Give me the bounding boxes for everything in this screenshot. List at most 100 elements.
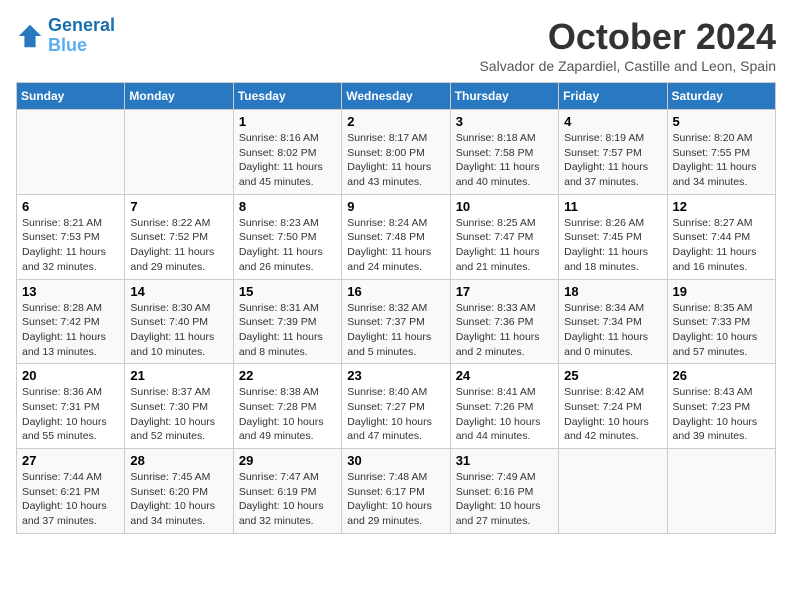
day-info: Sunrise: 8:25 AMSunset: 7:47 PMDaylight:… (456, 216, 553, 275)
month-title: October 2024 (479, 16, 776, 58)
day-number: 26 (673, 368, 770, 383)
logo-text: General Blue (48, 16, 115, 56)
day-info: Sunrise: 7:49 AMSunset: 6:16 PMDaylight:… (456, 470, 553, 529)
day-number: 13 (22, 284, 119, 299)
header-thursday: Thursday (450, 83, 558, 110)
day-number: 18 (564, 284, 661, 299)
day-info: Sunrise: 8:20 AMSunset: 7:55 PMDaylight:… (673, 131, 770, 190)
day-cell: 26 Sunrise: 8:43 AMSunset: 7:23 PMDayligh… (667, 364, 775, 449)
day-number: 7 (130, 199, 227, 214)
day-info: Sunrise: 8:28 AMSunset: 7:42 PMDaylight:… (22, 301, 119, 360)
week-row-5: 27Sunrise: 7:44 AMSunset: 6:21 PMDayligh… (17, 449, 776, 534)
day-info: Sunrise: 8:34 AMSunset: 7:34 PMDaylight:… (564, 301, 661, 360)
header-sunday: Sunday (17, 83, 125, 110)
day-cell: 23Sunrise: 8:40 AMSunset: 7:27 PMDayligh… (342, 364, 450, 449)
header-row: SundayMondayTuesdayWednesdayThursdayFrid… (17, 83, 776, 110)
day-cell: 30Sunrise: 7:48 AMSunset: 6:17 PMDayligh… (342, 449, 450, 534)
header-saturday: Saturday (667, 83, 775, 110)
day-cell: 7 Sunrise: 8:22 AMSunset: 7:52 PMDaylight… (125, 194, 233, 279)
page-header: General Blue October 2024 Salvador de Za… (16, 16, 776, 74)
day-cell: 18 Sunrise: 8:34 AMSunset: 7:34 PMDayligh… (559, 279, 667, 364)
day-info: Sunrise: 8:37 AMSunset: 7:30 PMDaylight:… (130, 385, 227, 444)
day-cell: 27Sunrise: 7:44 AMSunset: 6:21 PMDayligh… (17, 449, 125, 534)
header-tuesday: Tuesday (233, 83, 341, 110)
calendar-table: SundayMondayTuesdayWednesdayThursdayFrid… (16, 82, 776, 534)
day-info: Sunrise: 8:18 AMSunset: 7:58 PMDaylight:… (456, 131, 553, 190)
day-info: Sunrise: 7:44 AMSunset: 6:21 PMDaylight:… (22, 470, 119, 529)
day-number: 14 (130, 284, 227, 299)
day-number: 19 (673, 284, 770, 299)
day-cell: 17 Sunrise: 8:33 AMSunset: 7:36 PMDayligh… (450, 279, 558, 364)
day-info: Sunrise: 8:42 AMSunset: 7:24 PMDaylight:… (564, 385, 661, 444)
day-number: 17 (456, 284, 553, 299)
day-cell: 2Sunrise: 8:17 AMSunset: 8:00 PMDaylight… (342, 110, 450, 195)
day-cell: 1Sunrise: 8:16 AMSunset: 8:02 PMDaylight… (233, 110, 341, 195)
day-cell: 11Sunrise: 8:26 AMSunset: 7:45 PMDayligh… (559, 194, 667, 279)
week-row-1: 1Sunrise: 8:16 AMSunset: 8:02 PMDaylight… (17, 110, 776, 195)
day-number: 25 (564, 368, 661, 383)
logo: General Blue (16, 16, 115, 56)
day-info: Sunrise: 8:33 AMSunset: 7:36 PMDaylight:… (456, 301, 553, 360)
day-cell (667, 449, 775, 534)
day-number: 16 (347, 284, 444, 299)
day-number: 6 (22, 199, 119, 214)
day-number: 1 (239, 114, 336, 129)
title-block: October 2024 Salvador de Zapardiel, Cast… (479, 16, 776, 74)
day-cell: 12 Sunrise: 8:27 AMSunset: 7:44 PMDayligh… (667, 194, 775, 279)
day-info: Sunrise: 8:22 AMSunset: 7:52 PMDaylight:… (130, 216, 227, 275)
day-number: 20 (22, 368, 119, 383)
day-cell (125, 110, 233, 195)
day-cell: 19 Sunrise: 8:35 AMSunset: 7:33 PMDayligh… (667, 279, 775, 364)
day-info: Sunrise: 8:30 AMSunset: 7:40 PMDaylight:… (130, 301, 227, 360)
day-cell: 21 Sunrise: 8:37 AMSunset: 7:30 PMDayligh… (125, 364, 233, 449)
day-info: Sunrise: 7:47 AMSunset: 6:19 PMDaylight:… (239, 470, 336, 529)
day-info: Sunrise: 8:41 AMSunset: 7:26 PMDaylight:… (456, 385, 553, 444)
day-cell: 28Sunrise: 7:45 AMSunset: 6:20 PMDayligh… (125, 449, 233, 534)
week-row-2: 6Sunrise: 8:21 AMSunset: 7:53 PMDaylight… (17, 194, 776, 279)
header-monday: Monday (125, 83, 233, 110)
header-friday: Friday (559, 83, 667, 110)
day-number: 10 (456, 199, 553, 214)
day-number: 22 (239, 368, 336, 383)
day-number: 21 (130, 368, 227, 383)
day-number: 3 (456, 114, 553, 129)
day-info: Sunrise: 8:36 AMSunset: 7:31 PMDaylight:… (22, 385, 119, 444)
day-number: 31 (456, 453, 553, 468)
day-number: 5 (673, 114, 770, 129)
day-number: 24 (456, 368, 553, 383)
day-cell: 10 Sunrise: 8:25 AMSunset: 7:47 PMDayligh… (450, 194, 558, 279)
day-number: 15 (239, 284, 336, 299)
week-row-3: 13 Sunrise: 8:28 AMSunset: 7:42 PMDayligh… (17, 279, 776, 364)
day-info: Sunrise: 8:27 AMSunset: 7:44 PMDaylight:… (673, 216, 770, 275)
day-cell: 14 Sunrise: 8:30 AMSunset: 7:40 PMDayligh… (125, 279, 233, 364)
day-number: 28 (130, 453, 227, 468)
day-info: Sunrise: 8:26 AMSunset: 7:45 PMDaylight:… (564, 216, 661, 275)
day-number: 8 (239, 199, 336, 214)
logo-icon (16, 22, 44, 50)
day-info: Sunrise: 8:24 AMSunset: 7:48 PMDaylight:… (347, 216, 444, 275)
day-info: Sunrise: 8:17 AMSunset: 8:00 PMDaylight:… (347, 131, 444, 190)
day-number: 12 (673, 199, 770, 214)
day-info: Sunrise: 8:19 AMSunset: 7:57 PMDaylight:… (564, 131, 661, 190)
day-cell: 8 Sunrise: 8:23 AMSunset: 7:50 PMDaylight… (233, 194, 341, 279)
day-number: 29 (239, 453, 336, 468)
day-number: 9 (347, 199, 444, 214)
day-cell: 5 Sunrise: 8:20 AMSunset: 7:55 PMDaylight… (667, 110, 775, 195)
day-cell: 9 Sunrise: 8:24 AMSunset: 7:48 PMDaylight… (342, 194, 450, 279)
day-info: Sunrise: 8:43 AMSunset: 7:23 PMDaylight:… (673, 385, 770, 444)
day-cell: 4 Sunrise: 8:19 AMSunset: 7:57 PMDaylight… (559, 110, 667, 195)
day-cell: 20 Sunrise: 8:36 AMSunset: 7:31 PMDayligh… (17, 364, 125, 449)
day-cell: 3 Sunrise: 8:18 AMSunset: 7:58 PMDaylight… (450, 110, 558, 195)
day-info: Sunrise: 8:32 AMSunset: 7:37 PMDaylight:… (347, 301, 444, 360)
day-cell: 25 Sunrise: 8:42 AMSunset: 7:24 PMDayligh… (559, 364, 667, 449)
day-cell: 22Sunrise: 8:38 AMSunset: 7:28 PMDayligh… (233, 364, 341, 449)
week-row-4: 20 Sunrise: 8:36 AMSunset: 7:31 PMDayligh… (17, 364, 776, 449)
day-cell: 15Sunrise: 8:31 AMSunset: 7:39 PMDayligh… (233, 279, 341, 364)
day-info: Sunrise: 8:35 AMSunset: 7:33 PMDaylight:… (673, 301, 770, 360)
day-info: Sunrise: 7:48 AMSunset: 6:17 PMDaylight:… (347, 470, 444, 529)
day-cell: 6Sunrise: 8:21 AMSunset: 7:53 PMDaylight… (17, 194, 125, 279)
day-info: Sunrise: 8:23 AMSunset: 7:50 PMDaylight:… (239, 216, 336, 275)
day-number: 23 (347, 368, 444, 383)
day-number: 4 (564, 114, 661, 129)
header-wednesday: Wednesday (342, 83, 450, 110)
